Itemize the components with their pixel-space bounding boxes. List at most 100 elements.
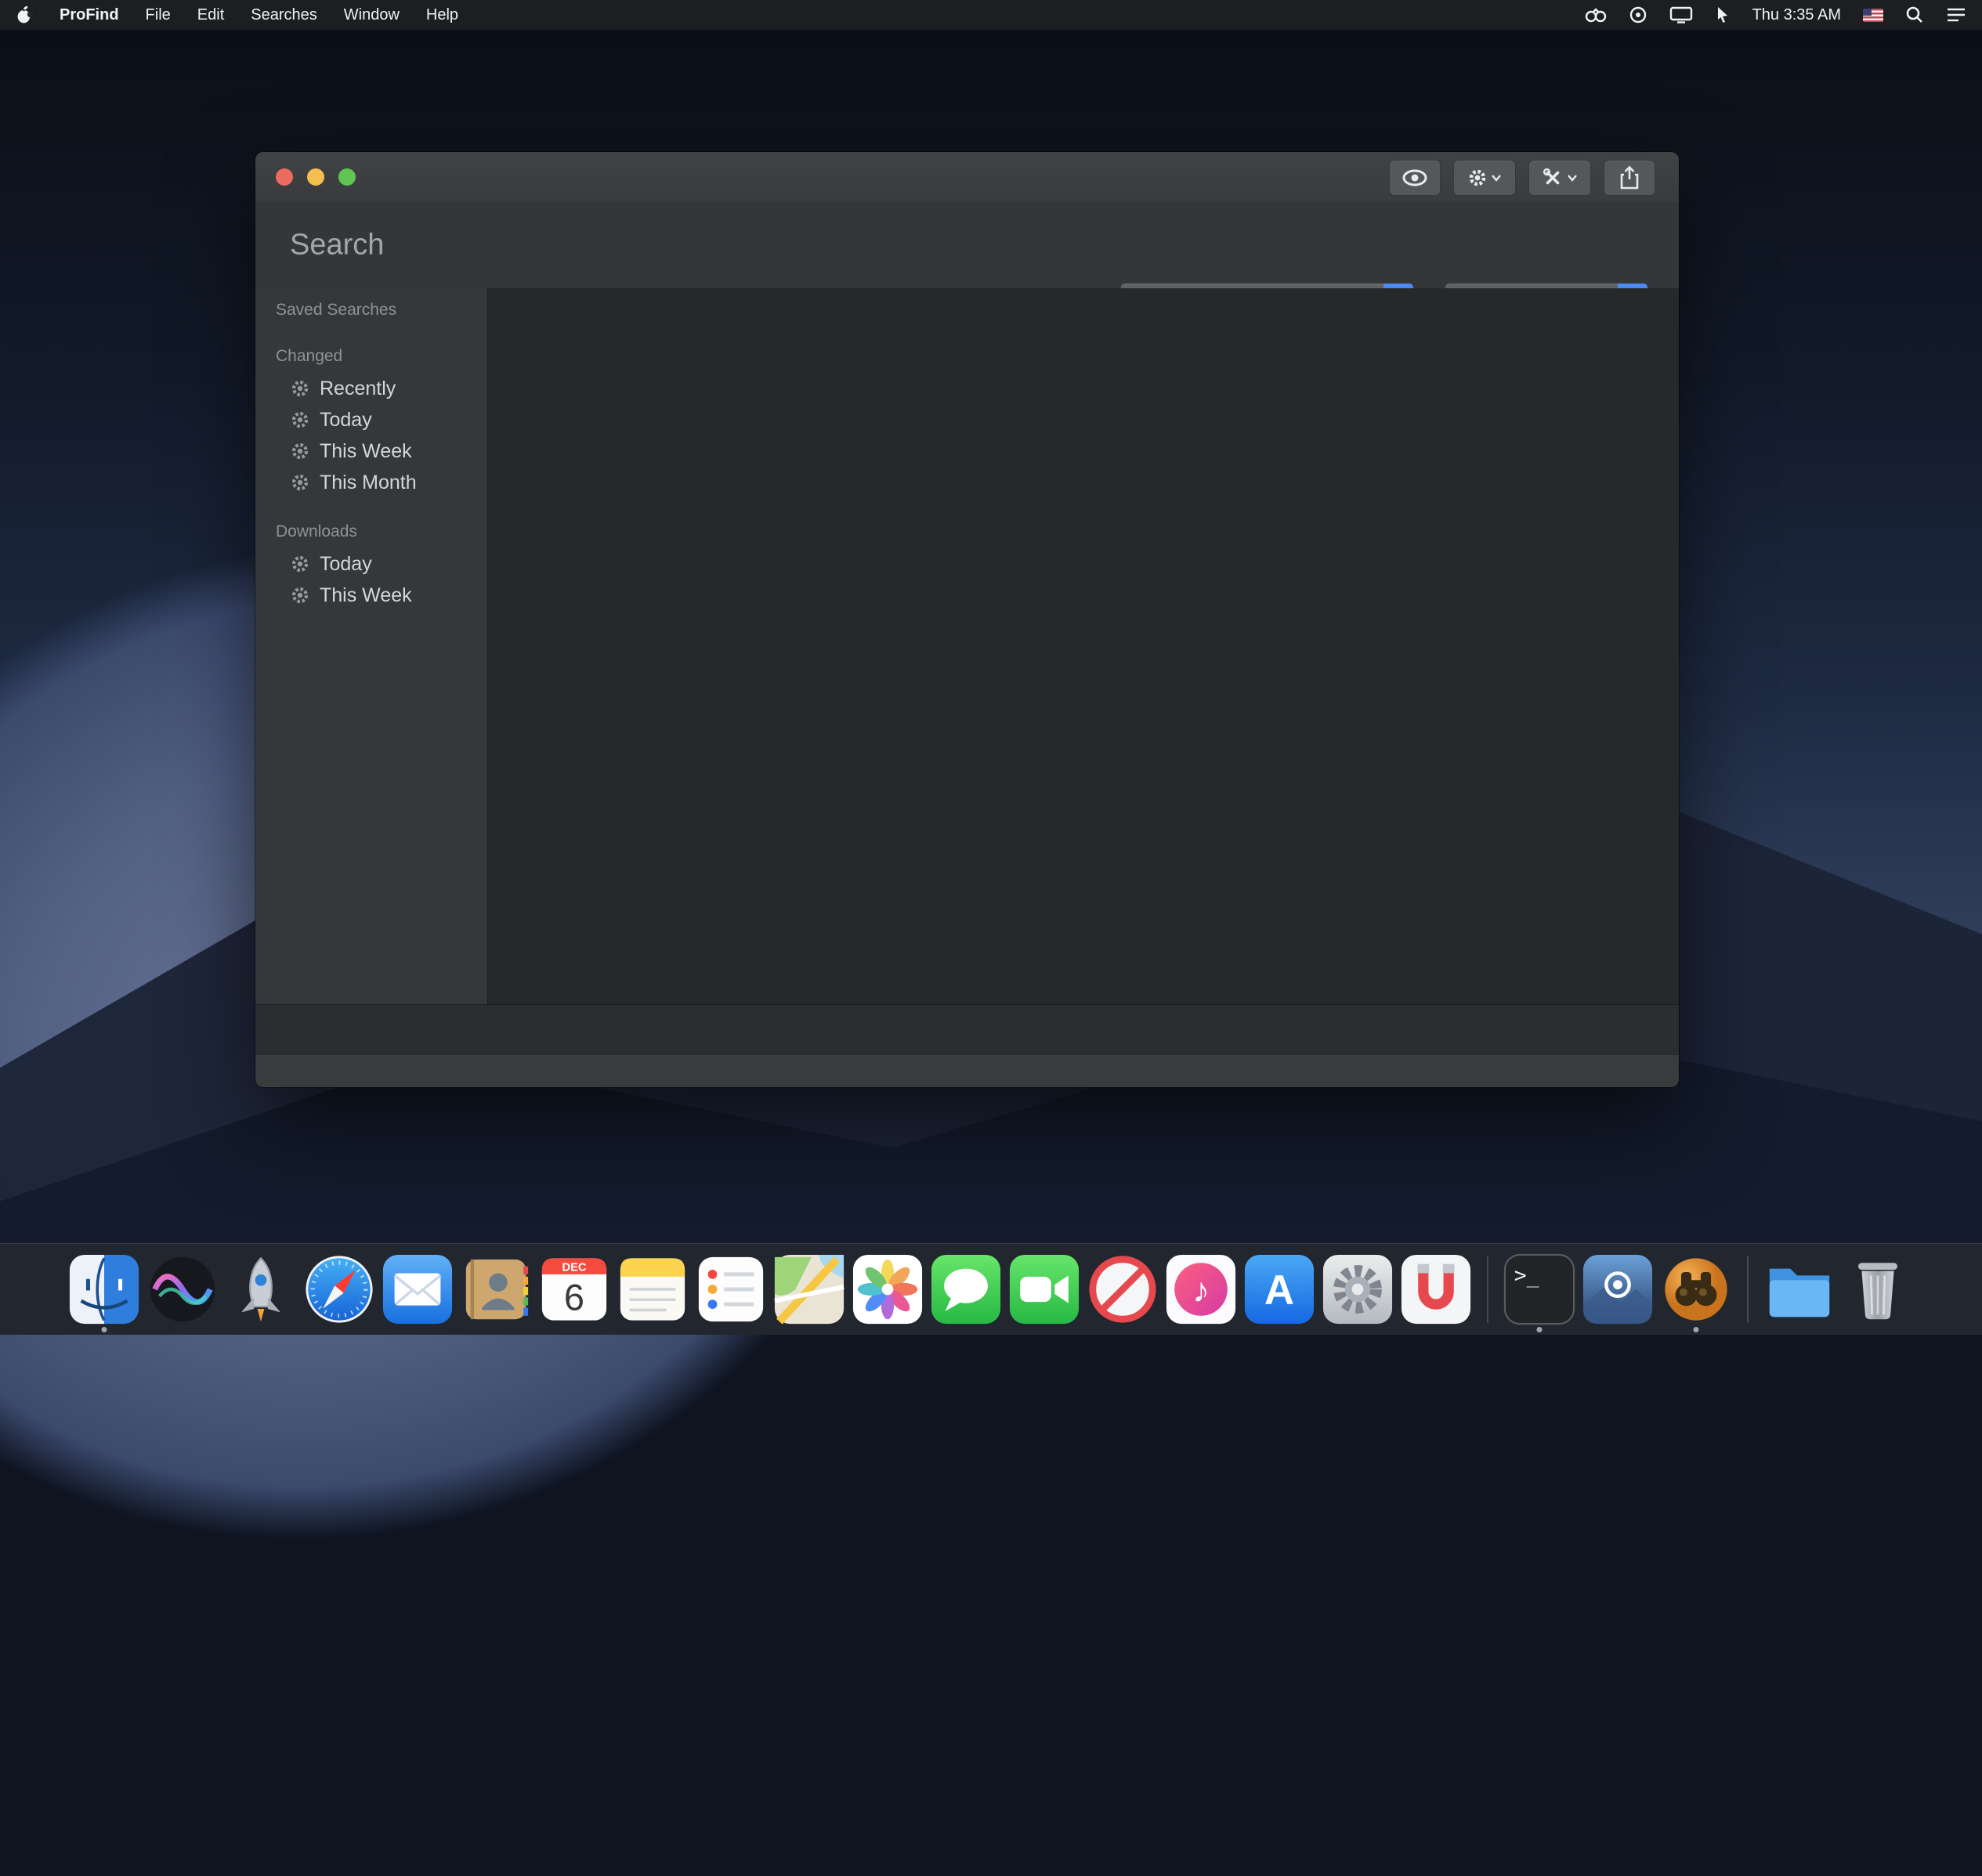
dock-itunes[interactable]: ♪ xyxy=(1164,1252,1238,1326)
dock-trash[interactable] xyxy=(1841,1252,1915,1326)
eye-icon xyxy=(1401,168,1429,188)
chevron-down-icon xyxy=(1491,174,1502,182)
menu-edit[interactable]: Edit xyxy=(197,6,224,24)
menu-app-name[interactable]: ProFind xyxy=(60,6,119,24)
dock-separator xyxy=(1747,1256,1749,1323)
binoculars-icon xyxy=(1585,6,1607,23)
calendar-day: 6 xyxy=(564,1276,584,1318)
gear-icon xyxy=(290,378,310,399)
finder-icon xyxy=(67,1252,141,1326)
sidebar-group-downloads: Downloads Today This Week xyxy=(255,520,487,611)
dock-screenshot-app[interactable] xyxy=(1581,1252,1655,1326)
search-header-row: Search in Home Add Criteria xyxy=(255,202,1679,288)
dock-maps[interactable] xyxy=(772,1252,846,1326)
running-indicator xyxy=(1694,1327,1699,1332)
menu-window[interactable]: Window xyxy=(344,6,400,24)
sidebar-item-label: Today xyxy=(320,553,372,576)
spotlight-menu-extra[interactable] xyxy=(1905,5,1924,24)
dock-system-preferences[interactable] xyxy=(1321,1252,1394,1326)
dock: DEC 6 xyxy=(0,1243,1982,1335)
traffic-lights xyxy=(276,168,356,186)
action-menu-button[interactable] xyxy=(1453,160,1516,196)
status-circle-menu-extra[interactable] xyxy=(1629,5,1647,24)
gear-icon xyxy=(290,410,310,430)
system-preferences-gear-icon xyxy=(1321,1252,1394,1326)
terminal-prompt: >_ xyxy=(1514,1263,1539,1288)
launchpad-rocket-icon xyxy=(224,1252,298,1326)
chevron-down-icon xyxy=(1567,174,1578,182)
sidebar-item-label: This Week xyxy=(320,440,412,463)
dock-magnet-app[interactable] xyxy=(1399,1252,1473,1326)
dock-blocked-app[interactable] xyxy=(1086,1252,1159,1326)
dock-finder[interactable] xyxy=(67,1252,141,1326)
notification-center-menu-extra[interactable] xyxy=(1946,6,1966,23)
dock-profind[interactable] xyxy=(1659,1252,1733,1326)
sidebar-item-label: This Week xyxy=(320,584,412,607)
dock-app-store[interactable]: A xyxy=(1242,1252,1316,1326)
music-note-glyph: ♪ xyxy=(1192,1271,1210,1310)
terminal-icon: >_ xyxy=(1503,1252,1576,1326)
dock-reminders[interactable] xyxy=(694,1252,768,1326)
dock-messages[interactable] xyxy=(929,1252,1003,1326)
messages-icon xyxy=(929,1252,1003,1326)
menu-file[interactable]: File xyxy=(146,6,171,24)
sidebar-item-today-downloads[interactable]: Today xyxy=(255,548,487,580)
maps-icon xyxy=(772,1252,846,1326)
menu-searches[interactable]: Searches xyxy=(251,6,317,24)
siri-icon xyxy=(146,1252,219,1326)
share-button[interactable] xyxy=(1604,160,1655,196)
dock-notes[interactable] xyxy=(616,1252,689,1326)
sidebar-item-today-changed[interactable]: Today xyxy=(255,404,487,436)
sidebar-group-changed: Changed Recently Today xyxy=(255,345,487,498)
gear-icon xyxy=(290,472,310,493)
dock-calendar[interactable]: DEC 6 xyxy=(537,1252,611,1326)
list-icon xyxy=(1946,6,1966,23)
close-button[interactable] xyxy=(276,168,293,186)
dock-photos[interactable] xyxy=(851,1252,924,1326)
dock-terminal[interactable]: >_ xyxy=(1503,1252,1576,1326)
sidebar-item-this-week-changed[interactable]: This Week xyxy=(255,436,487,467)
contacts-icon xyxy=(459,1252,533,1326)
dock-launchpad[interactable] xyxy=(224,1252,298,1326)
sidebar: Saved Searches Changed Recently Today xyxy=(255,288,488,1005)
gear-icon xyxy=(290,554,310,574)
results-pane[interactable] xyxy=(488,288,1679,1005)
dock-safari[interactable] xyxy=(302,1252,376,1326)
sidebar-item-recently[interactable]: Recently xyxy=(255,373,487,404)
menu-clock[interactable]: Thu 3:35 AM xyxy=(1752,6,1841,24)
display-menu-extra[interactable] xyxy=(1669,5,1693,24)
tools-menu-button[interactable] xyxy=(1528,160,1591,196)
magnet-icon xyxy=(1399,1252,1473,1326)
sidebar-item-this-week-downloads[interactable]: This Week xyxy=(255,580,487,611)
sidebar-item-this-month[interactable]: This Month xyxy=(255,467,487,498)
zoom-button[interactable] xyxy=(338,168,356,186)
apple-logo-icon xyxy=(16,5,33,25)
cursor-arrow-icon xyxy=(1715,5,1731,24)
toolbar-buttons xyxy=(1389,160,1655,196)
sidebar-item-label: Recently xyxy=(320,378,396,400)
dock-contacts[interactable] xyxy=(459,1252,533,1326)
profind-binoculars-icon xyxy=(1659,1252,1733,1326)
trash-icon xyxy=(1841,1252,1915,1326)
preview-toggle-button[interactable] xyxy=(1389,160,1441,196)
dock-facetime[interactable] xyxy=(1007,1252,1081,1326)
dock-downloads-folder[interactable] xyxy=(1763,1252,1836,1326)
itunes-icon: ♪ xyxy=(1164,1252,1238,1326)
window-titlebar[interactable] xyxy=(255,152,1679,203)
group-label: Downloads xyxy=(255,520,487,544)
cursor-menu-extra[interactable] xyxy=(1715,5,1731,24)
calendar-icon: DEC 6 xyxy=(537,1252,611,1326)
minimize-button[interactable] xyxy=(307,168,324,186)
dock-mail[interactable] xyxy=(381,1252,454,1326)
input-source-menu-extra[interactable] xyxy=(1863,9,1883,22)
app-store-letter: A xyxy=(1264,1267,1294,1314)
dock-siri[interactable] xyxy=(146,1252,219,1326)
binoculars-menu-extra[interactable] xyxy=(1585,6,1607,23)
dock-separator xyxy=(1487,1256,1488,1323)
apple-menu[interactable] xyxy=(16,5,33,25)
safari-icon xyxy=(302,1252,376,1326)
status-bar xyxy=(255,1054,1679,1087)
screenshot-icon xyxy=(1581,1252,1655,1326)
gear-icon xyxy=(290,441,310,461)
menu-help[interactable]: Help xyxy=(426,6,458,24)
